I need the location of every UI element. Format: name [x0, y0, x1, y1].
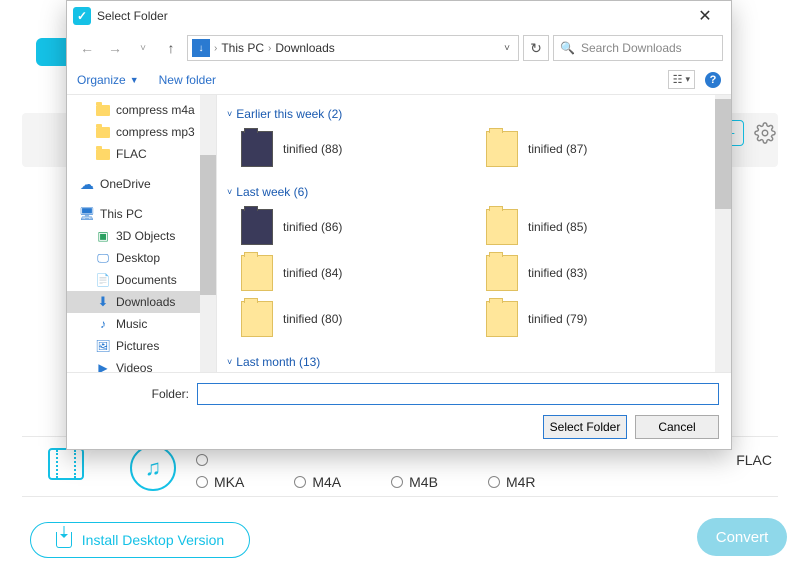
file-pane[interactable]: ˅Earlier this week (2)tinified (88)tinif…: [217, 95, 731, 372]
nav-tree[interactable]: compress m4acompress mp3FLAC ☁OneDrive 🖥Th…: [67, 95, 217, 372]
tree-node-onedrive[interactable]: ☁OneDrive: [67, 173, 216, 195]
tree-node-3d-objects[interactable]: ▣3D Objects: [67, 225, 216, 247]
video-format-icon[interactable]: [48, 448, 84, 480]
folder-icon: [241, 209, 273, 245]
format-m4b[interactable]: M4B: [391, 474, 438, 490]
folder-icon: [241, 131, 273, 167]
filepane-scrollbar[interactable]: [715, 95, 731, 372]
chevron-down-icon: ˅: [227, 187, 232, 197]
tree-scroll-thumb[interactable]: [200, 155, 216, 295]
filepane-scroll-thumb[interactable]: [715, 99, 731, 209]
nav-row: ← → ˅ ↑ ↓ › This PC › Downloads ˅ ↻ 🔍 Se…: [67, 31, 731, 65]
download-icon: [56, 532, 72, 548]
titlebar: ✓ Select Folder ✕: [67, 1, 731, 31]
dialog-body: compress m4acompress mp3FLAC ☁OneDrive 🖥Th…: [67, 95, 731, 372]
breadcrumb[interactable]: ↓ › This PC › Downloads ˅: [187, 35, 519, 61]
format-row-hidden: XXX: [196, 452, 242, 468]
search-input[interactable]: 🔍 Search Downloads: [553, 35, 723, 61]
folder-item[interactable]: tinified (79): [482, 297, 717, 341]
tree-node-pictures[interactable]: 🖼Pictures: [67, 335, 216, 357]
dialog-footer: Folder: Select Folder Cancel: [67, 372, 731, 449]
settings-icon[interactable]: [752, 120, 778, 146]
folder-icon: [241, 301, 273, 337]
select-folder-button[interactable]: Select Folder: [543, 415, 627, 439]
folder-item[interactable]: tinified (88): [237, 127, 472, 171]
folder-item[interactable]: tinified (87): [482, 127, 717, 171]
folder-label: Folder:: [79, 387, 189, 401]
tree-node-documents[interactable]: 📄Documents: [67, 269, 216, 291]
audio-format-icon[interactable]: ♫: [130, 445, 176, 491]
nav-recent[interactable]: ˅: [131, 36, 155, 60]
format-flac[interactable]: FLAC: [736, 452, 772, 468]
tree-node-flac[interactable]: FLAC: [67, 143, 216, 165]
folder-item[interactable]: tinified (85): [482, 205, 717, 249]
chevron-right-icon: ›: [268, 43, 271, 54]
folder-down-icon: ↓: [192, 39, 210, 57]
nav-forward: →: [103, 36, 127, 60]
install-label: Install Desktop Version: [82, 532, 224, 548]
tree-node-music[interactable]: ♪Music: [67, 313, 216, 335]
help-icon[interactable]: ?: [705, 72, 721, 88]
folder-icon: [486, 131, 518, 167]
chevron-right-icon: ›: [214, 43, 217, 54]
tree-scrollbar[interactable]: [200, 95, 216, 372]
install-desktop-button[interactable]: Install Desktop Version: [30, 522, 250, 558]
close-button[interactable]: ✕: [685, 2, 725, 30]
breadcrumb-root[interactable]: This PC: [221, 41, 264, 55]
folder-item[interactable]: tinified (86): [237, 205, 472, 249]
convert-button[interactable]: Convert: [697, 518, 787, 556]
format-m4r[interactable]: M4R: [488, 474, 536, 490]
tree-node-desktop[interactable]: 🖵Desktop: [67, 247, 216, 269]
nav-up[interactable]: ↑: [159, 36, 183, 60]
search-icon: 🔍: [560, 41, 575, 55]
divider-2: [22, 496, 778, 497]
folder-icon: [486, 301, 518, 337]
format-mka[interactable]: MKA: [196, 474, 244, 490]
folder-item[interactable]: tinified (83): [482, 251, 717, 295]
select-folder-dialog: ✓ Select Folder ✕ ← → ˅ ↑ ↓ › This PC › …: [66, 0, 732, 450]
tree-node-compress-mp3[interactable]: compress mp3: [67, 121, 216, 143]
chevron-down-icon: ˅: [227, 357, 232, 367]
group-header[interactable]: ˅Earlier this week (2): [221, 101, 727, 127]
search-placeholder: Search Downloads: [581, 41, 682, 55]
cancel-button[interactable]: Cancel: [635, 415, 719, 439]
group-header[interactable]: ˅Last month (13): [221, 349, 727, 372]
format-row: MKA M4A M4B M4R: [196, 474, 536, 490]
folder-item[interactable]: tinified (80): [237, 297, 472, 341]
tree-node-videos[interactable]: ▶Videos: [67, 357, 216, 372]
refresh-button[interactable]: ↻: [523, 35, 549, 61]
new-folder-button[interactable]: New folder: [159, 73, 216, 87]
group-header[interactable]: ˅Last week (6): [221, 179, 727, 205]
bg-tab: [36, 38, 66, 66]
organize-menu[interactable]: Organize▼: [77, 73, 139, 87]
nav-back[interactable]: ←: [75, 36, 99, 60]
breadcrumb-current[interactable]: Downloads: [275, 41, 334, 55]
view-mode-button[interactable]: ☷▾: [668, 70, 695, 89]
tree-node-compress-m4a[interactable]: compress m4a: [67, 99, 216, 121]
tree-node-downloads[interactable]: ⬇Downloads: [67, 291, 216, 313]
tree-node-this-pc[interactable]: 🖥This PC: [67, 203, 216, 225]
folder-icon: [486, 255, 518, 291]
folder-icon: [486, 209, 518, 245]
breadcrumb-dropdown[interactable]: ˅: [500, 43, 514, 54]
toolbar: Organize▼ New folder ☷▾ ?: [67, 65, 731, 95]
folder-input[interactable]: [197, 383, 719, 405]
folder-icon: [241, 255, 273, 291]
format-m4a[interactable]: M4A: [294, 474, 341, 490]
folder-item[interactable]: tinified (84): [237, 251, 472, 295]
app-icon: ✓: [73, 7, 91, 25]
chevron-down-icon: ˅: [227, 109, 232, 119]
dialog-title: Select Folder: [97, 9, 168, 23]
